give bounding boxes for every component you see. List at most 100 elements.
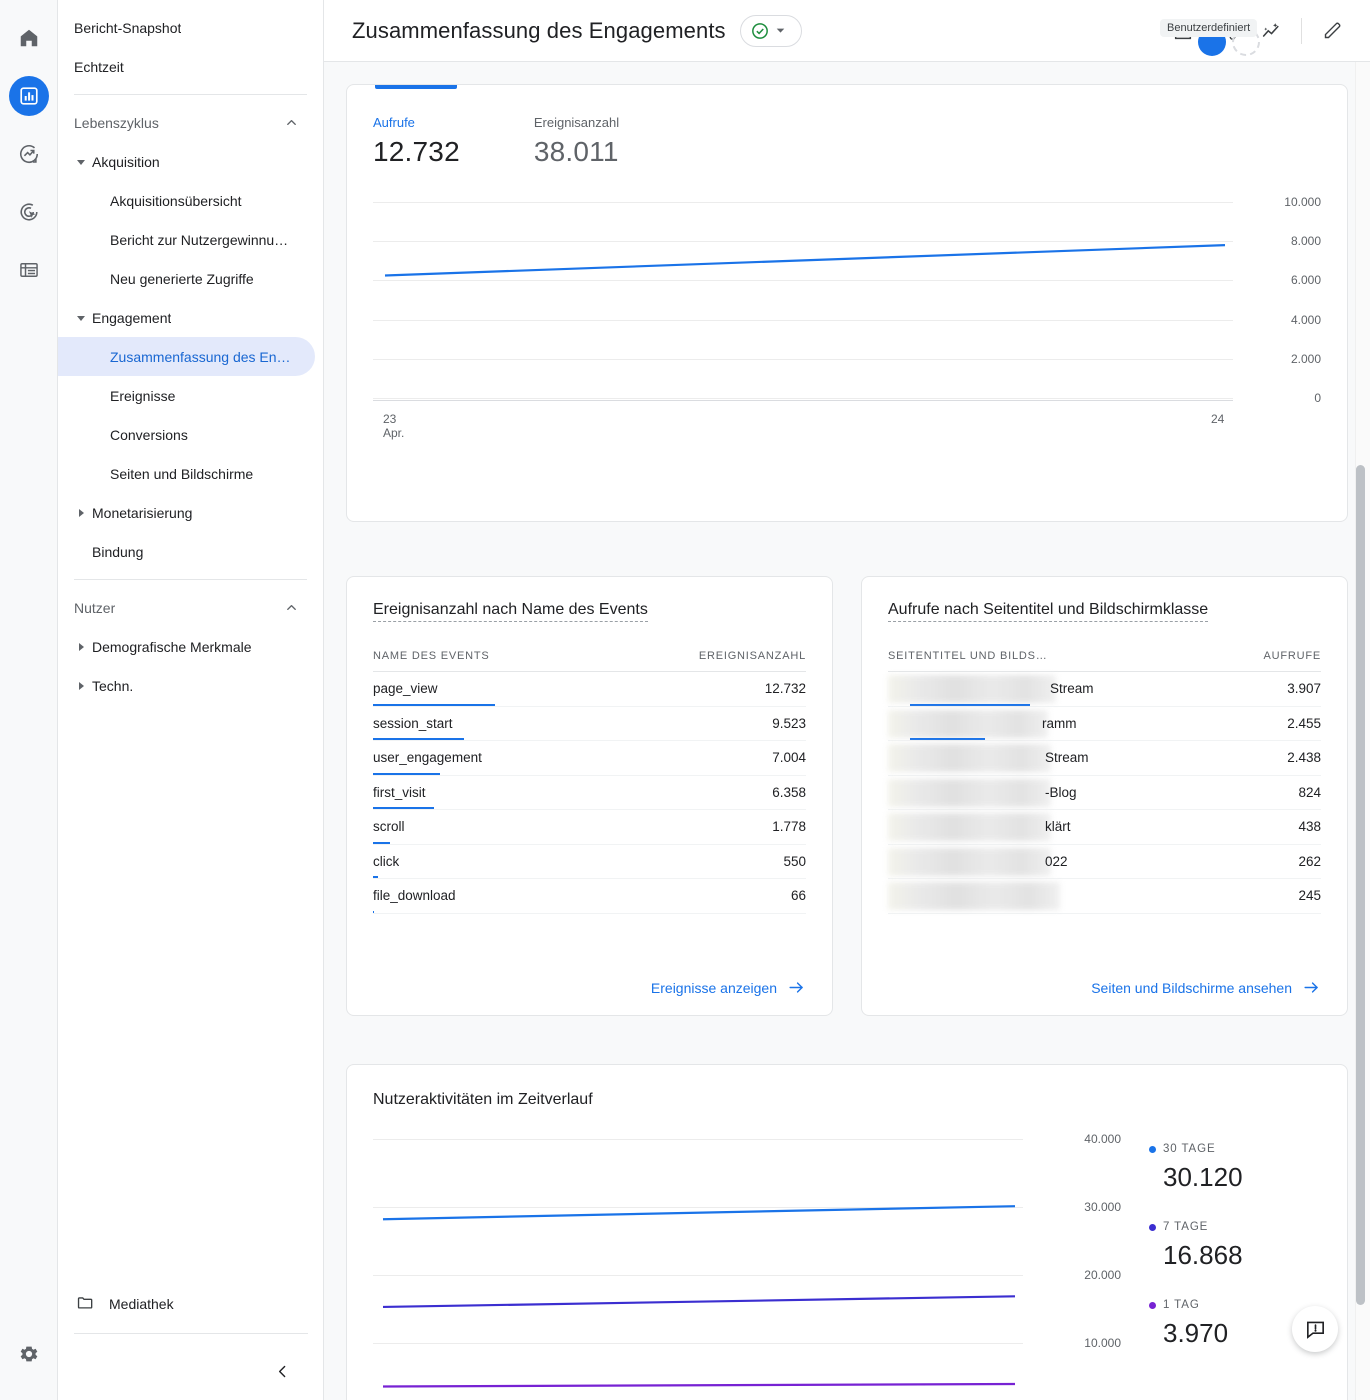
sidebar-item-ereignisse[interactable]: Ereignisse xyxy=(58,376,315,415)
y-axis-tick-label: 10.000 xyxy=(1084,1336,1121,1350)
table-row[interactable]: -Blog 824 xyxy=(888,776,1321,810)
legend-series-value: 30.120 xyxy=(1163,1162,1243,1192)
reports-bar-chart-icon[interactable] xyxy=(8,76,49,116)
table-row[interactable]: Stream 2.438 xyxy=(888,741,1321,776)
row-progress-bar xyxy=(910,738,986,740)
row-label: page_view xyxy=(373,681,438,697)
sidebar-item-bindung[interactable]: Bindung xyxy=(58,532,315,571)
admin-list-icon[interactable] xyxy=(9,250,49,290)
sidebar-item-bericht-snapshot[interactable]: Bericht-Snapshot xyxy=(58,8,315,47)
legend-item[interactable]: 30 TAGE 30.120 xyxy=(1149,1143,1321,1193)
home-icon[interactable] xyxy=(9,18,49,58)
report-status-chip[interactable] xyxy=(739,14,802,47)
sidebar-item-label: Ereignisse xyxy=(110,387,176,404)
caret-right-icon[interactable] xyxy=(74,640,88,654)
row-label: click xyxy=(373,853,400,869)
sidebar-item-lebenszyklus[interactable]: Lebenszyklus xyxy=(58,103,315,142)
row-value: 262 xyxy=(1298,853,1321,869)
redacted-page-title xyxy=(888,813,1051,841)
sidebar-item-zusammenfassung-des-en[interactable]: Zusammenfassung des En… xyxy=(58,337,315,376)
row-value: 66 xyxy=(790,888,806,904)
table-row[interactable]: page_view 12.732 xyxy=(373,672,806,707)
caret-down-icon[interactable] xyxy=(74,311,88,325)
redacted-page-title xyxy=(888,778,1051,807)
sidebar-item-echtzeit[interactable]: Echtzeit xyxy=(58,47,315,86)
legend-item[interactable]: 7 TAGE 16.868 xyxy=(1149,1221,1321,1271)
sidebar-item-demografische-merkmale[interactable]: Demografische Merkmale xyxy=(58,627,315,666)
redacted-page-title xyxy=(888,675,1056,703)
row-label: session_start xyxy=(373,715,453,731)
chevron-up-icon[interactable] xyxy=(284,600,299,615)
redacted-page-title xyxy=(888,847,1051,876)
table-row[interactable]: scroll 1.778 xyxy=(373,810,806,845)
row-value: 438 xyxy=(1298,819,1321,835)
column-header-value[interactable]: EREIGNISANZAHL xyxy=(699,650,806,662)
column-header-value[interactable]: AUFRUFE xyxy=(1263,650,1321,662)
sidebar-item-seiten-und-bildschirme[interactable]: Seiten und Bildschirme xyxy=(58,454,315,493)
nav-divider xyxy=(74,579,307,580)
sidebar-item-monetarisierung[interactable]: Monetarisierung xyxy=(58,493,315,532)
sidebar-item-mediathek[interactable]: Mediathek xyxy=(58,1283,324,1325)
column-header-name[interactable]: NAME DES EVENTS xyxy=(373,650,490,662)
table-row[interactable]: session_start 9.523 xyxy=(373,707,806,741)
sidebar-item-label: Echtzeit xyxy=(74,58,124,75)
main-content: Zusammenfassung des Engagements Benutzer… xyxy=(324,0,1370,1400)
row-progress-bar xyxy=(373,807,434,809)
table-row[interactable]: first_visit 6.358 xyxy=(373,776,806,810)
feedback-icon[interactable] xyxy=(1292,1306,1338,1352)
caret-down-icon[interactable] xyxy=(74,155,88,169)
sidebar-item-label: Monetarisierung xyxy=(92,504,193,521)
active-tab-indicator[interactable] xyxy=(375,85,457,89)
table-row[interactable]: 022 262 xyxy=(888,845,1321,879)
sidebar-item-engagement[interactable]: Engagement xyxy=(58,298,315,337)
user-activity-card: Nutzeraktivitäten im Zeitverlauf 10.000 2… xyxy=(346,1064,1348,1400)
advertising-target-icon[interactable] xyxy=(9,192,49,232)
table-row[interactable]: 245 xyxy=(888,879,1321,914)
metric-aufrufe[interactable]: Aufrufe 12.732 xyxy=(373,115,460,168)
chart-lines xyxy=(382,1205,1016,1388)
table-row[interactable]: Stream 3.907 xyxy=(888,672,1321,707)
metric-row: Aufrufe 12.732 Ereignisanzahl 38.011 xyxy=(373,85,1321,168)
chevron-down-icon[interactable] xyxy=(774,24,787,37)
table-row[interactable]: user_engagement 7.004 xyxy=(373,741,806,776)
views-line-chart[interactable]: 0 2.000 4.000 6.000 8.000 10.000 23 Apr. 24 xyxy=(373,194,1321,444)
edit-pencil-icon[interactable] xyxy=(1312,11,1352,51)
row-value: 9.523 xyxy=(772,715,806,731)
user-activity-line-chart[interactable]: 10.000 20.000 30.000 40.000 xyxy=(373,1132,1121,1400)
sidebar-item-conversions[interactable]: Conversions xyxy=(58,415,315,454)
explore-icon[interactable] xyxy=(9,134,49,174)
nav-footer-divider xyxy=(74,1333,308,1334)
table-row[interactable]: klärt 438 xyxy=(888,810,1321,845)
sidebar-item-label: Neu generierte Zugriffe xyxy=(110,270,254,287)
overview-chart-card: Aufrufe 12.732 Ereignisanzahl 38.011 0 2.… xyxy=(346,84,1348,522)
sidebar-item-bericht-zur-nutzergewinnu[interactable]: Bericht zur Nutzergewinnu… xyxy=(58,220,315,259)
sidebar-item-akquisition[interactable]: Akquisition xyxy=(58,142,315,181)
view-events-link[interactable]: Ereignisse anzeigen xyxy=(651,978,806,997)
chart-lines xyxy=(384,244,1226,277)
chevron-up-icon[interactable] xyxy=(284,115,299,130)
sidebar-item-techn[interactable]: Techn. xyxy=(58,666,315,705)
vertical-scrollbar[interactable] xyxy=(1356,465,1365,1305)
table-row[interactable]: file_download 66 xyxy=(373,879,806,914)
table-row[interactable]: ramm 2.455 xyxy=(888,707,1321,741)
table-header: SEITENTITEL UND BILDS… AUFRUFE xyxy=(888,650,1321,672)
caret-right-icon[interactable] xyxy=(74,679,88,693)
legend-series-value: 16.868 xyxy=(1163,1240,1243,1270)
row-value: 1.778 xyxy=(772,819,806,835)
view-pages-link[interactable]: Seiten und Bildschirme ansehen xyxy=(1091,978,1321,997)
gear-icon[interactable] xyxy=(9,1334,49,1374)
table-row[interactable]: click 550 xyxy=(373,845,806,879)
sidebar-item-akquisitionsübersicht[interactable]: Akquisitionsübersicht xyxy=(58,181,315,220)
metric-ereignisanzahl[interactable]: Ereignisanzahl 38.011 xyxy=(534,115,619,168)
sidebar-item-nutzer[interactable]: Nutzer xyxy=(58,588,315,627)
sidebar-item-neu-generierte-zugriffe[interactable]: Neu generierte Zugriffe xyxy=(58,259,315,298)
collapse-nav-button[interactable] xyxy=(270,1359,294,1383)
page-views-card: Aufrufe nach Seitentitel und Bildschirmk… xyxy=(861,576,1348,1016)
row-value: 824 xyxy=(1298,784,1321,800)
column-header-name[interactable]: SEITENTITEL UND BILDS… xyxy=(888,650,1048,662)
y-axis-tick-label: 6.000 xyxy=(1290,273,1321,288)
legend-label: 30 TAGE xyxy=(1149,1143,1321,1155)
caret-right-icon[interactable] xyxy=(74,506,88,520)
row-label: ramm xyxy=(1042,715,1077,731)
x-axis-tick-label: 23 Apr. xyxy=(383,412,405,440)
